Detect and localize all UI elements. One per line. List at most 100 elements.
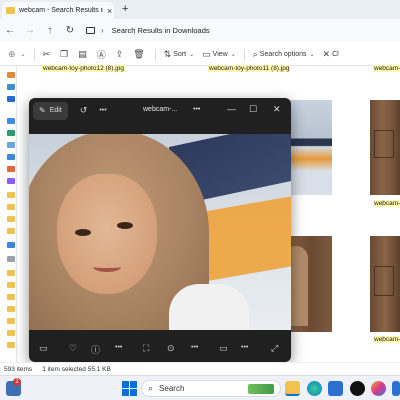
copy-button[interactable]: ❐ (60, 49, 70, 60)
divider (154, 48, 156, 61)
folder-icon[interactable] (7, 342, 15, 348)
file-caption[interactable]: webcam- (373, 336, 400, 343)
item-count: 593 items (4, 365, 33, 373)
face-shape (57, 174, 157, 294)
windows-logo-icon (122, 381, 137, 396)
folder-icon[interactable] (7, 270, 15, 276)
photos-app-icon[interactable] (392, 381, 400, 396)
breadcrumb-location[interactable]: Search Results in Downloads (112, 26, 210, 35)
sort-icon: ⇅ (163, 49, 172, 59)
pc-icon[interactable] (7, 242, 15, 248)
selection-info: 1 item selected 55,1 KB (42, 365, 111, 373)
slideshow-icon[interactable]: ▭ (219, 343, 228, 354)
share-button[interactable]: ⇪ (116, 49, 126, 60)
pictures-icon[interactable] (7, 154, 15, 160)
notification-badge: 2 (13, 378, 21, 386)
file-thumbnail[interactable] (370, 236, 400, 332)
view-button[interactable]: ▭ View ⌄ (202, 49, 236, 60)
new-button[interactable]: ⊕ ⌄ (8, 49, 26, 60)
rotate-icon[interactable]: ↺ (80, 105, 88, 116)
edit-button[interactable]: ✎ Edit (33, 101, 68, 120)
rename-button[interactable]: Ⓐ (97, 48, 108, 61)
favorite-icon[interactable]: ♡ (69, 343, 77, 354)
folder-icon[interactable] (7, 330, 15, 336)
file-thumbnail[interactable] (370, 100, 400, 195)
folder-icon[interactable] (7, 306, 15, 312)
divider (33, 48, 35, 61)
file-caption[interactable]: webcam-toy-photo12 (8).jpg (42, 65, 125, 72)
more-options-icon[interactable]: ••• (241, 344, 248, 351)
breadcrumb-separator: › (101, 25, 104, 35)
eye-shape (117, 222, 133, 229)
person-hijab-shape (290, 246, 308, 326)
search-highlight-icon (248, 384, 274, 394)
edit-label: Edit (49, 107, 62, 114)
edit-image-icon: ✎ (39, 106, 46, 115)
chevron-down-icon: ⌄ (20, 52, 26, 58)
maximize-button[interactable]: ☐ (249, 104, 257, 115)
back-arrow-icon[interactable]: ← (0, 25, 20, 36)
drive-icon[interactable] (7, 256, 15, 262)
file-explorer-icon[interactable] (285, 381, 300, 396)
fullscreen-icon[interactable]: ⤢ (271, 343, 278, 354)
paste-icon: ▤ (78, 49, 87, 59)
close-tab-icon[interactable]: × (107, 6, 112, 16)
sort-button[interactable]: ⇅ Sort ⌄ (164, 49, 194, 60)
info-icon[interactable]: ⓘ (91, 343, 100, 356)
more-options-icon[interactable]: ••• (99, 107, 106, 114)
tab-search-results[interactable]: webcam - Search Results in Do × (2, 2, 114, 19)
file-thumbnail[interactable] (290, 100, 332, 195)
edge-icon[interactable] (307, 381, 322, 396)
more-options-icon[interactable]: ••• (115, 344, 122, 351)
close-button[interactable]: ✕ (273, 104, 281, 115)
viewer-title: webcam-... (143, 106, 178, 113)
store-icon[interactable] (328, 381, 343, 396)
desktop-icon[interactable] (7, 118, 15, 124)
rename-icon: Ⓐ (96, 50, 106, 60)
folder-icon[interactable] (7, 282, 15, 288)
trash-icon: 🗑 (133, 49, 145, 59)
zoom-icon[interactable]: ⊙ (167, 343, 175, 354)
delete-button[interactable]: 🗑 (133, 49, 146, 60)
home-icon[interactable] (7, 72, 15, 78)
copilot-icon[interactable] (371, 381, 386, 396)
fit-to-window-icon[interactable]: ⛶ (143, 343, 149, 354)
file-caption[interactable]: webcam- (373, 200, 400, 207)
minimize-button[interactable]: — (227, 104, 236, 114)
file-caption[interactable]: webcam-toy-photo11 (8).jpg (208, 65, 291, 72)
photos-viewer-window[interactable]: ✎ Edit ↺ ••• webcam-... ••• — ☐ ✕ ▭ ♡ ⓘ … (29, 98, 291, 362)
door-panel-shape (374, 266, 394, 296)
paste-button[interactable]: ▤ (78, 49, 89, 60)
tiktok-icon[interactable] (350, 381, 365, 396)
cut-button[interactable]: ✂ (43, 49, 53, 60)
folder-icon[interactable] (7, 294, 15, 300)
cloud-icon[interactable] (7, 96, 15, 102)
taskbar-search-box[interactable]: ⌕ Search (141, 380, 281, 397)
search-options-button[interactable]: ⌕ Search options ⌄ (253, 49, 315, 60)
up-arrow-icon[interactable]: ↑ (40, 25, 60, 36)
music-icon[interactable] (7, 166, 15, 172)
refresh-icon[interactable]: ↻ (60, 25, 80, 36)
new-tab-button[interactable]: + (122, 3, 128, 15)
close-search-button[interactable]: ✕ Cl (323, 49, 339, 60)
view-icon: ▭ (202, 49, 211, 59)
folder-icon[interactable] (7, 216, 15, 222)
downloads-icon[interactable] (7, 130, 15, 136)
gallery-icon[interactable] (7, 84, 15, 90)
folder-icon[interactable] (7, 192, 15, 198)
file-thumbnail[interactable] (290, 236, 332, 332)
more-options-icon[interactable]: ••• (193, 106, 200, 113)
folder-icon (6, 7, 15, 14)
forward-arrow-icon[interactable]: → (20, 25, 40, 36)
more-options-icon[interactable]: ••• (191, 344, 198, 351)
folder-icon[interactable] (7, 318, 15, 324)
search-icon: ⌕ (148, 383, 154, 393)
start-button[interactable] (122, 381, 137, 396)
banner-orange-shape (204, 196, 291, 282)
folder-icon[interactable] (7, 204, 15, 210)
videos-icon[interactable] (7, 178, 15, 184)
documents-icon[interactable] (7, 142, 15, 148)
folder-icon[interactable] (7, 228, 15, 234)
filmstrip-icon[interactable]: ▭ (39, 343, 48, 354)
file-caption[interactable]: webcam- (373, 65, 400, 72)
